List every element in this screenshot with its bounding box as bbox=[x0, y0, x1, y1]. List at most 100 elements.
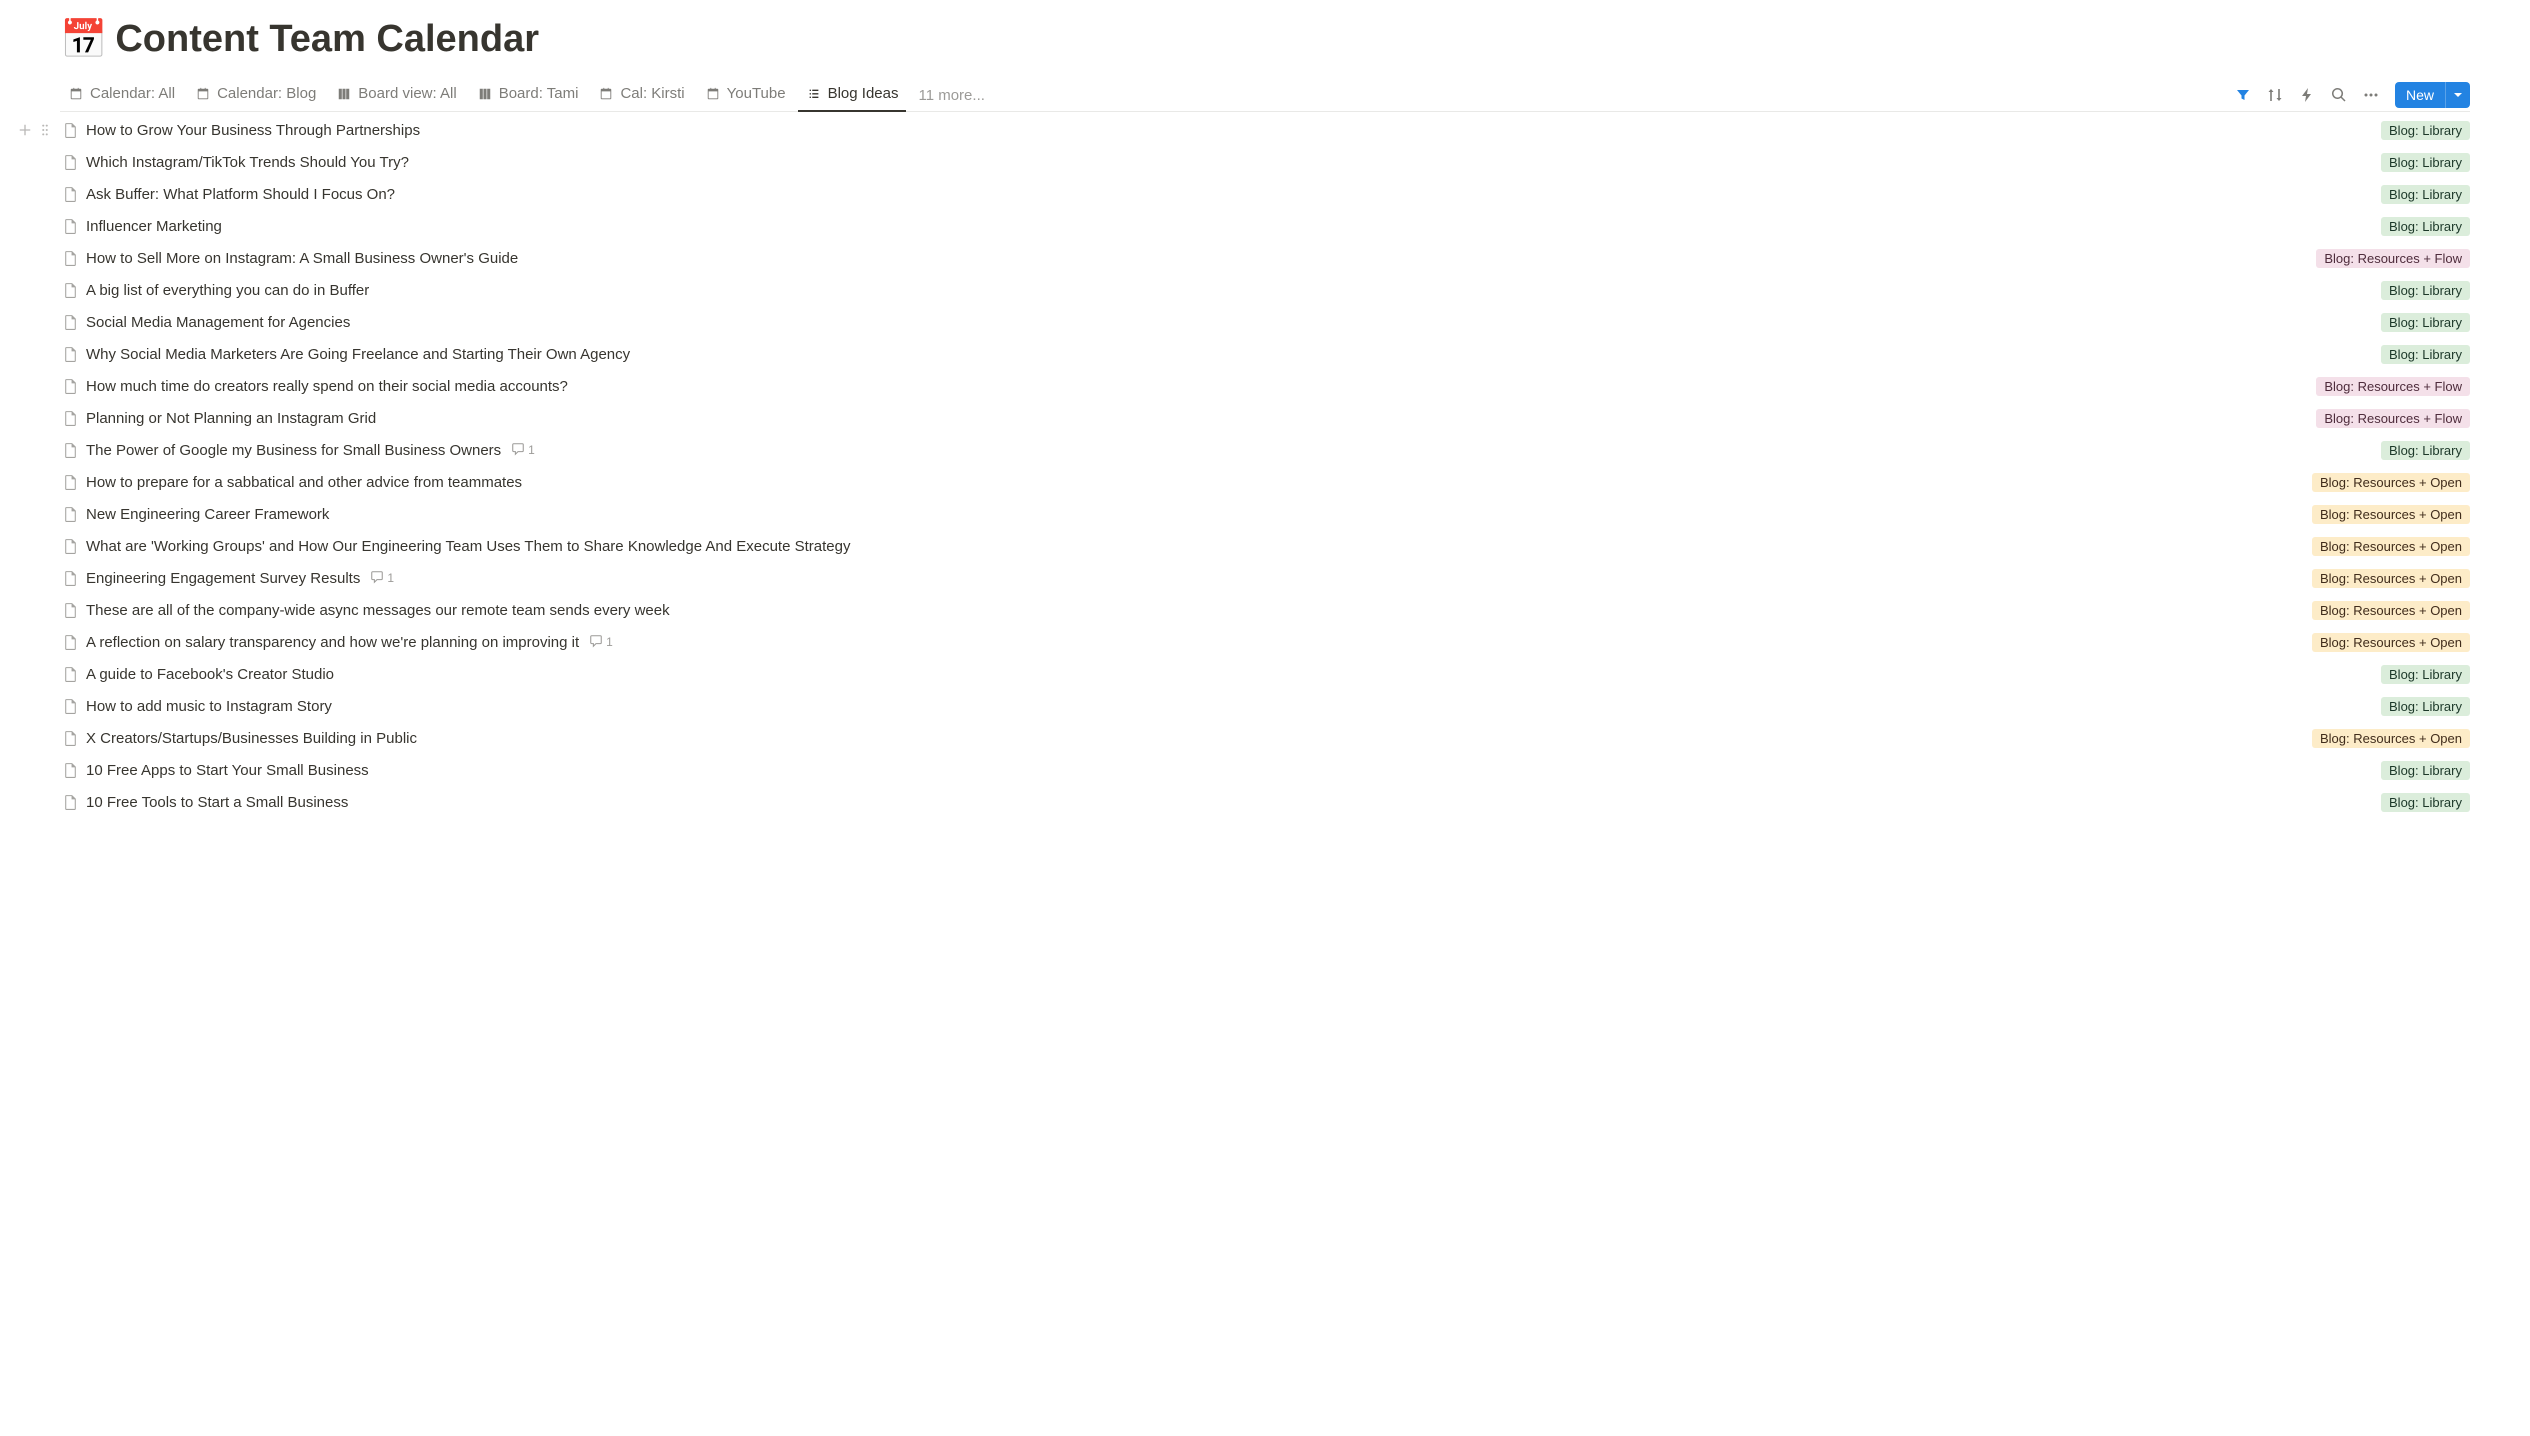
sort-button[interactable] bbox=[2261, 81, 2289, 109]
row-title[interactable]: Why Social Media Marketers Are Going Fre… bbox=[86, 346, 630, 363]
row-title[interactable]: Social Media Management for Agencies bbox=[86, 314, 350, 331]
add-row-button[interactable] bbox=[16, 502, 34, 526]
list-item[interactable]: How to Grow Your Business Through Partne… bbox=[60, 114, 2470, 146]
row-title[interactable]: How to prepare for a sabbatical and othe… bbox=[86, 474, 522, 491]
add-row-button[interactable] bbox=[16, 310, 34, 334]
row-tag[interactable]: Blog: Resources + Open bbox=[2312, 601, 2470, 620]
comment-indicator[interactable]: 1 bbox=[511, 442, 535, 459]
row-title[interactable]: How to Sell More on Instagram: A Small B… bbox=[86, 250, 518, 267]
row-title[interactable]: What are 'Working Groups' and How Our En… bbox=[86, 538, 850, 555]
add-row-button[interactable] bbox=[16, 182, 34, 206]
add-row-button[interactable] bbox=[16, 438, 34, 462]
new-button[interactable]: New bbox=[2395, 82, 2445, 108]
row-tag[interactable]: Blog: Resources + Open bbox=[2312, 633, 2470, 652]
row-tag[interactable]: Blog: Library bbox=[2381, 185, 2470, 204]
row-tag[interactable]: Blog: Library bbox=[2381, 281, 2470, 300]
row-tag[interactable]: Blog: Library bbox=[2381, 217, 2470, 236]
list-item[interactable]: How much time do creators really spend o… bbox=[60, 370, 2470, 402]
drag-handle[interactable] bbox=[36, 374, 54, 398]
drag-handle[interactable] bbox=[36, 694, 54, 718]
list-item[interactable]: 10 Free Tools to Start a Small Business B… bbox=[60, 786, 2470, 818]
drag-handle[interactable] bbox=[36, 150, 54, 174]
row-title[interactable]: How much time do creators really spend o… bbox=[86, 378, 568, 395]
list-item[interactable]: A reflection on salary transparency and … bbox=[60, 626, 2470, 658]
row-tag[interactable]: Blog: Resources + Open bbox=[2312, 505, 2470, 524]
add-row-button[interactable] bbox=[16, 694, 34, 718]
list-item[interactable]: Why Social Media Marketers Are Going Fre… bbox=[60, 338, 2470, 370]
add-row-button[interactable] bbox=[16, 246, 34, 270]
row-tag[interactable]: Blog: Resources + Open bbox=[2312, 729, 2470, 748]
add-row-button[interactable] bbox=[16, 470, 34, 494]
list-item[interactable]: 10 Free Apps to Start Your Small Busines… bbox=[60, 754, 2470, 786]
drag-handle[interactable] bbox=[36, 630, 54, 654]
add-row-button[interactable] bbox=[16, 534, 34, 558]
row-tag[interactable]: Blog: Library bbox=[2381, 441, 2470, 460]
tab-cal-kirsti[interactable]: Cal: Kirsti bbox=[590, 79, 692, 112]
row-tag[interactable]: Blog: Library bbox=[2381, 313, 2470, 332]
drag-handle[interactable] bbox=[36, 470, 54, 494]
list-item[interactable]: Social Media Management for Agencies Blog… bbox=[60, 306, 2470, 338]
row-title[interactable]: How to Grow Your Business Through Partne… bbox=[86, 122, 420, 139]
row-title[interactable]: A guide to Facebook's Creator Studio bbox=[86, 666, 334, 683]
automations-button[interactable] bbox=[2293, 81, 2321, 109]
row-tag[interactable]: Blog: Library bbox=[2381, 665, 2470, 684]
row-title[interactable]: These are all of the company-wide async … bbox=[86, 602, 670, 619]
drag-handle[interactable] bbox=[36, 246, 54, 270]
list-item[interactable]: What are 'Working Groups' and How Our En… bbox=[60, 530, 2470, 562]
row-tag[interactable]: Blog: Library bbox=[2381, 345, 2470, 364]
page-title[interactable]: Content Team Calendar bbox=[115, 18, 539, 61]
row-tag[interactable]: Blog: Library bbox=[2381, 761, 2470, 780]
more-views-button[interactable]: 11 more... bbox=[910, 81, 992, 110]
drag-handle[interactable] bbox=[36, 598, 54, 622]
add-row-button[interactable] bbox=[16, 758, 34, 782]
row-tag[interactable]: Blog: Resources + Open bbox=[2312, 537, 2470, 556]
row-title[interactable]: Ask Buffer: What Platform Should I Focus… bbox=[86, 186, 395, 203]
list-item[interactable]: These are all of the company-wide async … bbox=[60, 594, 2470, 626]
row-tag[interactable]: Blog: Resources + Open bbox=[2312, 569, 2470, 588]
row-tag[interactable]: Blog: Library bbox=[2381, 793, 2470, 812]
more-button[interactable] bbox=[2357, 81, 2385, 109]
row-tag[interactable]: Blog: Resources + Open bbox=[2312, 473, 2470, 492]
add-row-button[interactable] bbox=[16, 662, 34, 686]
row-title[interactable]: Planning or Not Planning an Instagram Gr… bbox=[86, 410, 376, 427]
row-title[interactable]: 10 Free Tools to Start a Small Business bbox=[86, 794, 348, 811]
list-item[interactable]: How to Sell More on Instagram: A Small B… bbox=[60, 242, 2470, 274]
tab-calendar-all[interactable]: Calendar: All bbox=[60, 79, 183, 112]
list-item[interactable]: Which Instagram/TikTok Trends Should You… bbox=[60, 146, 2470, 178]
drag-handle[interactable] bbox=[36, 310, 54, 334]
drag-handle[interactable] bbox=[36, 342, 54, 366]
row-title[interactable]: Engineering Engagement Survey Results bbox=[86, 570, 360, 587]
add-row-button[interactable] bbox=[16, 566, 34, 590]
filter-button[interactable] bbox=[2229, 81, 2257, 109]
tab-youtube[interactable]: YouTube bbox=[697, 79, 794, 112]
row-title[interactable]: Influencer Marketing bbox=[86, 218, 222, 235]
tab-board-view-all[interactable]: Board view: All bbox=[328, 79, 464, 112]
add-row-button[interactable] bbox=[16, 150, 34, 174]
row-title[interactable]: How to add music to Instagram Story bbox=[86, 698, 332, 715]
list-item[interactable]: A big list of everything you can do in B… bbox=[60, 274, 2470, 306]
drag-handle[interactable] bbox=[36, 534, 54, 558]
list-item[interactable]: A guide to Facebook's Creator Studio Blog… bbox=[60, 658, 2470, 690]
add-row-button[interactable] bbox=[16, 214, 34, 238]
list-item[interactable]: Engineering Engagement Survey Results1Bl… bbox=[60, 562, 2470, 594]
row-tag[interactable]: Blog: Resources + Flow bbox=[2316, 377, 2470, 396]
drag-handle[interactable] bbox=[36, 278, 54, 302]
list-item[interactable]: X Creators/Startups/Businesses Building … bbox=[60, 722, 2470, 754]
drag-handle[interactable] bbox=[36, 502, 54, 526]
list-item[interactable]: Planning or Not Planning an Instagram Gr… bbox=[60, 402, 2470, 434]
row-title[interactable]: New Engineering Career Framework bbox=[86, 506, 329, 523]
row-tag[interactable]: Blog: Library bbox=[2381, 153, 2470, 172]
add-row-button[interactable] bbox=[16, 790, 34, 814]
tab-blog-ideas[interactable]: Blog Ideas bbox=[798, 79, 907, 112]
add-row-button[interactable] bbox=[16, 630, 34, 654]
row-title[interactable]: A reflection on salary transparency and … bbox=[86, 634, 579, 651]
drag-handle[interactable] bbox=[36, 758, 54, 782]
list-item[interactable]: Influencer Marketing Blog: Library bbox=[60, 210, 2470, 242]
list-item[interactable]: The Power of Google my Business for Smal… bbox=[60, 434, 2470, 466]
tab-calendar-blog[interactable]: Calendar: Blog bbox=[187, 79, 324, 112]
add-row-button[interactable] bbox=[16, 278, 34, 302]
new-button-dropdown[interactable] bbox=[2445, 82, 2470, 108]
list-item[interactable]: New Engineering Career Framework Blog: Re… bbox=[60, 498, 2470, 530]
row-title[interactable]: The Power of Google my Business for Smal… bbox=[86, 442, 501, 459]
list-item[interactable]: Ask Buffer: What Platform Should I Focus… bbox=[60, 178, 2470, 210]
